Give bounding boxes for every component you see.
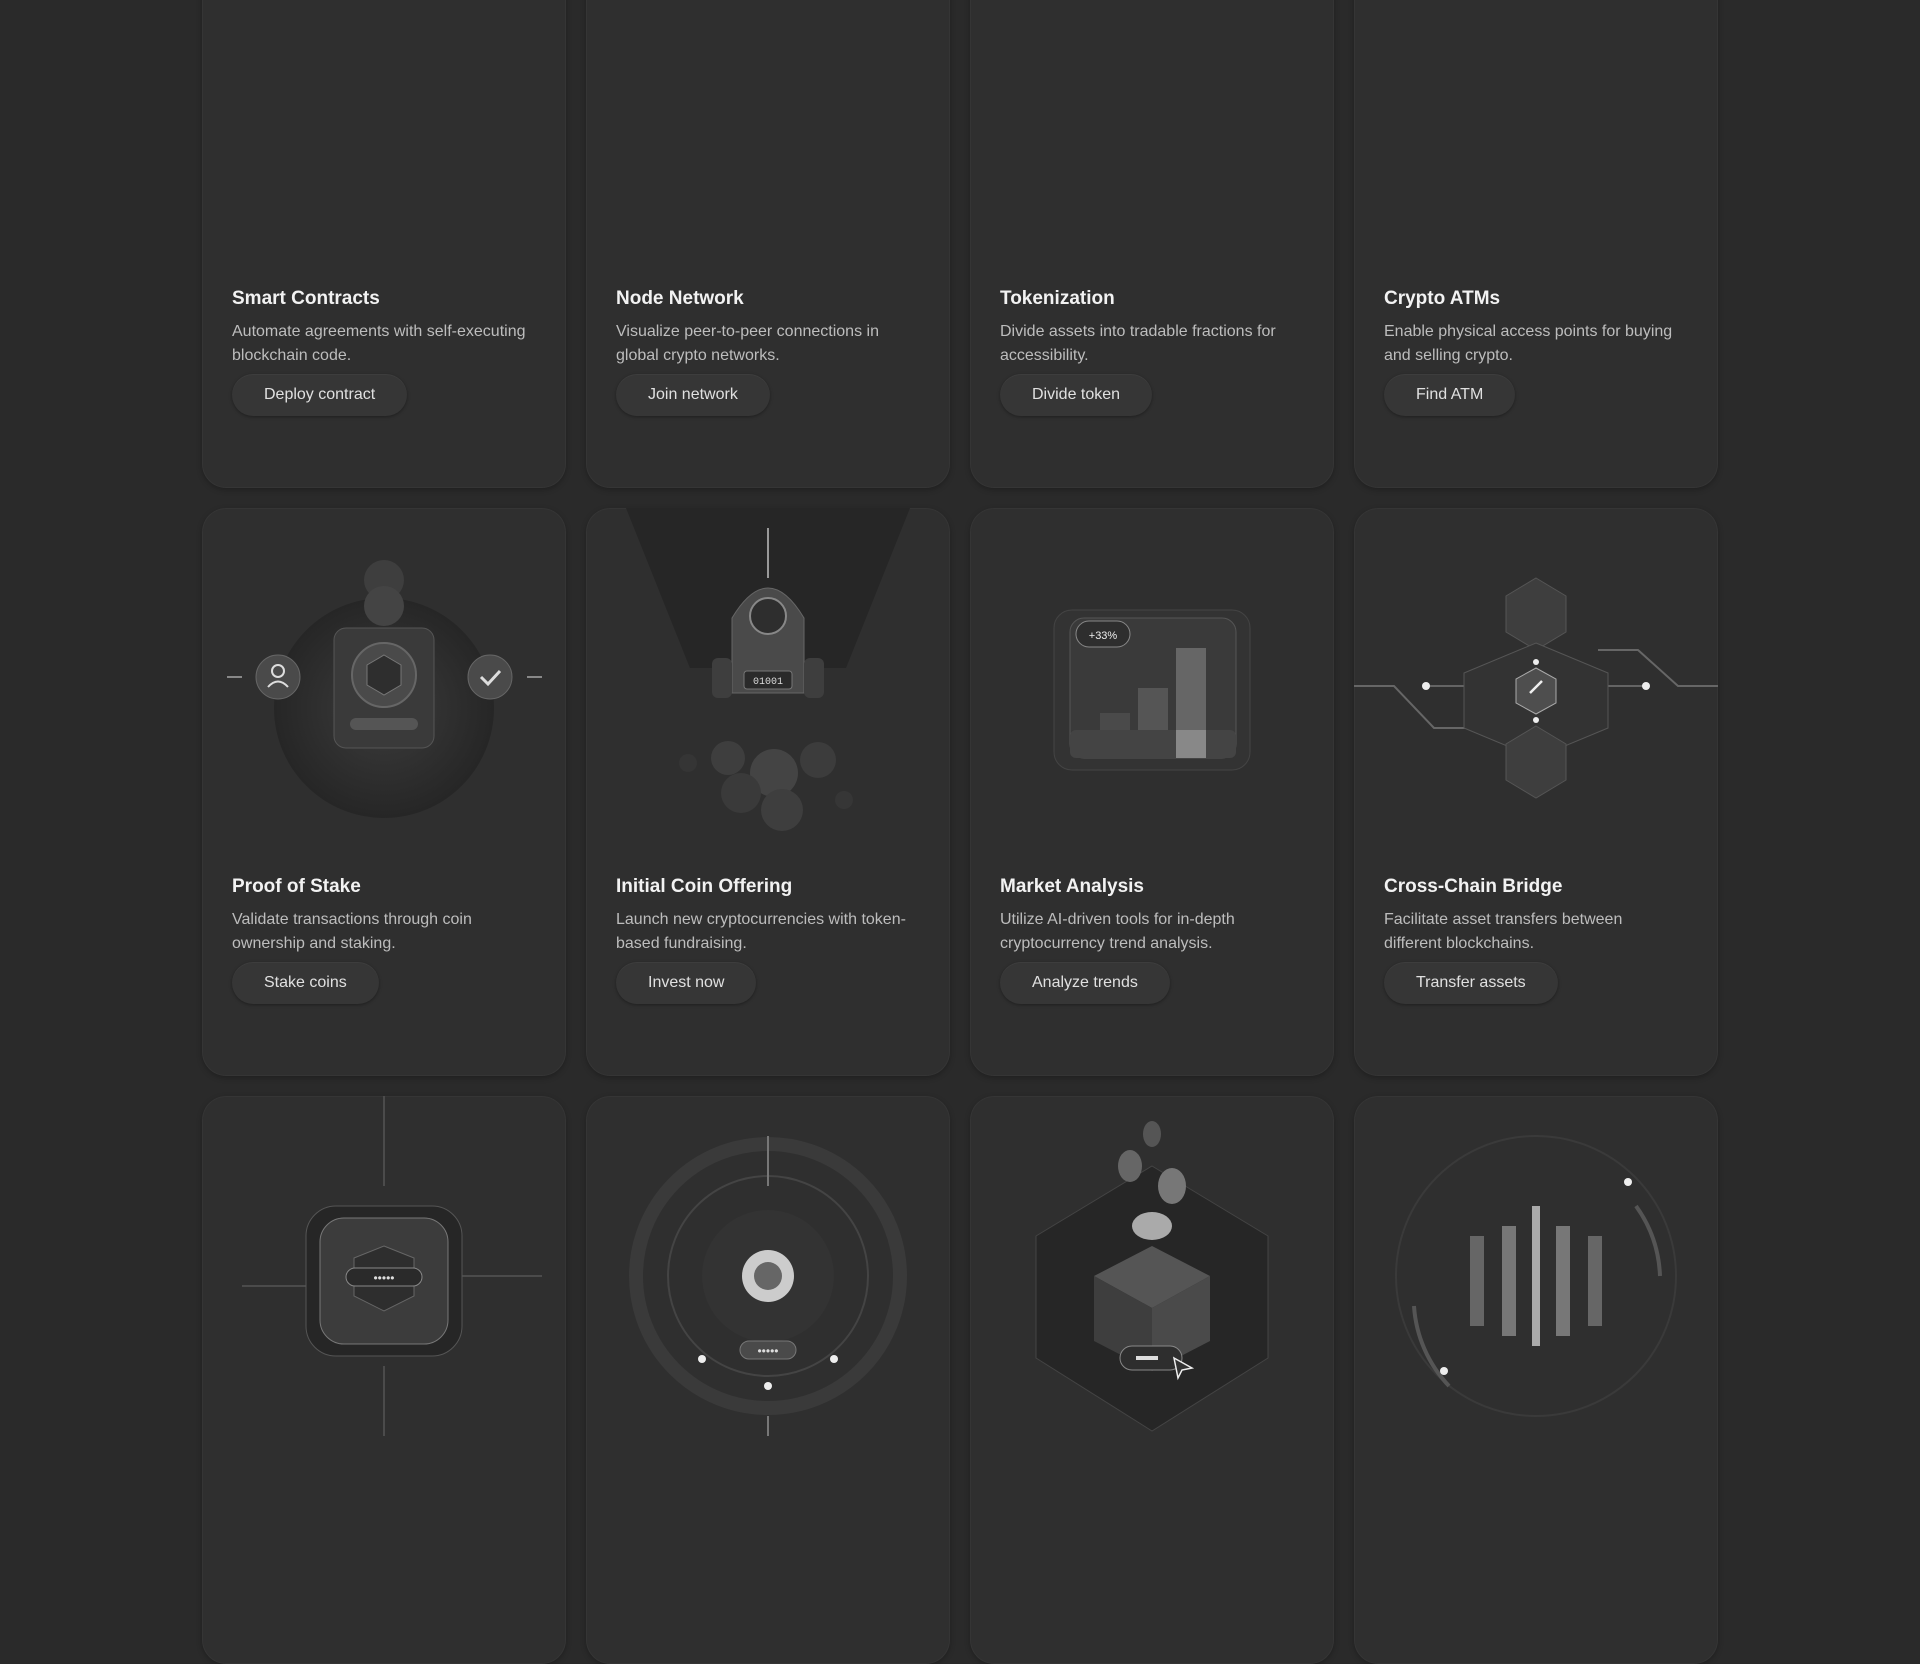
card-description: Automate agreements with self-executing … bbox=[232, 323, 526, 364]
card-description: Facilitate asset transfers between diffe… bbox=[1384, 911, 1623, 952]
card-description: Visualize peer-to-peer connections in gl… bbox=[616, 323, 879, 364]
ico-illustration: 01001 bbox=[586, 508, 950, 848]
card-title: Node Network bbox=[616, 288, 744, 309]
liquidity-illustration bbox=[1354, 1096, 1718, 1436]
card-title: Crypto ATMs bbox=[1384, 288, 1501, 309]
airdrop-illustration bbox=[970, 1096, 1334, 1436]
equalizer-icon bbox=[1470, 1206, 1602, 1346]
market-analysis-illustration: +33% bbox=[970, 508, 1334, 848]
card-title: Tokenization bbox=[1000, 288, 1115, 309]
analyze-trends-button[interactable]: Analyze trends bbox=[1000, 962, 1170, 1004]
find-atm-button[interactable]: Find ATM bbox=[1384, 374, 1516, 416]
invest-now-button[interactable]: Invest now bbox=[616, 962, 757, 1004]
svg-text:•••••: ••••• bbox=[757, 1344, 778, 1358]
gear-icon bbox=[742, 1250, 794, 1302]
market-badge: +33% bbox=[1089, 630, 1118, 642]
card-description: Launch new cryptocurrencies with token-b… bbox=[616, 911, 906, 952]
user-icon bbox=[255, 654, 301, 700]
card-radar: ••••• bbox=[586, 1096, 950, 1664]
radar-illustration: ••••• bbox=[586, 1096, 950, 1436]
card-liquidity bbox=[1354, 1096, 1718, 1664]
card-title: Smart Contracts bbox=[232, 288, 380, 309]
join-network-button[interactable]: Join network bbox=[616, 374, 770, 416]
card-title: Cross-Chain Bridge bbox=[1384, 876, 1563, 897]
card-title: Market Analysis bbox=[1000, 876, 1144, 897]
card-title: Proof of Stake bbox=[232, 876, 361, 897]
stake-coins-button[interactable]: Stake coins bbox=[232, 962, 379, 1004]
svg-text:•••••: ••••• bbox=[373, 1271, 394, 1285]
card-market-analysis: +33% Market Analysis Utilize AI-driven t… bbox=[970, 508, 1334, 1076]
divide-token-button[interactable]: Divide token bbox=[1000, 374, 1153, 416]
card-airdrop bbox=[970, 1096, 1334, 1664]
card-cross-chain-bridge: Cross-Chain Bridge Facilitate asset tran… bbox=[1354, 508, 1718, 1076]
ico-code: 01001 bbox=[753, 677, 783, 688]
card-description: Utilize AI-driven tools for in-depth cry… bbox=[1000, 911, 1235, 952]
card-description: Enable physical access points for buying… bbox=[1384, 323, 1673, 364]
security-chip-illustration: ••••• bbox=[202, 1096, 566, 1436]
card-node-network: Node Network Visualize peer-to-peer conn… bbox=[586, 0, 950, 488]
card-description: Divide assets into tradable fractions fo… bbox=[1000, 323, 1276, 364]
chip-icon: ••••• bbox=[305, 1205, 463, 1357]
card-tokenization: Tokenization Divide assets into tradable… bbox=[970, 0, 1334, 488]
feature-grid: Smart Contracts Automate agreements with… bbox=[202, 0, 1718, 1664]
card-description: Validate transactions through coin owner… bbox=[232, 911, 472, 952]
card-smart-contracts: Smart Contracts Automate agreements with… bbox=[202, 0, 566, 488]
transfer-assets-button[interactable]: Transfer assets bbox=[1384, 962, 1558, 1004]
proof-of-stake-illustration bbox=[202, 508, 566, 848]
card-proof-of-stake: Proof of Stake Validate transactions thr… bbox=[202, 508, 566, 1076]
cross-chain-illustration bbox=[1354, 508, 1718, 848]
card-crypto-atms: Crypto ATMs Enable physical access point… bbox=[1354, 0, 1718, 488]
card-initial-coin-offering: 01001 Initial Coin Offering Launch new c… bbox=[586, 508, 950, 1076]
card-security-chip: ••••• bbox=[202, 1096, 566, 1664]
check-icon bbox=[467, 654, 513, 700]
deploy-contract-button[interactable]: Deploy contract bbox=[232, 374, 408, 416]
card-title: Initial Coin Offering bbox=[616, 876, 793, 897]
